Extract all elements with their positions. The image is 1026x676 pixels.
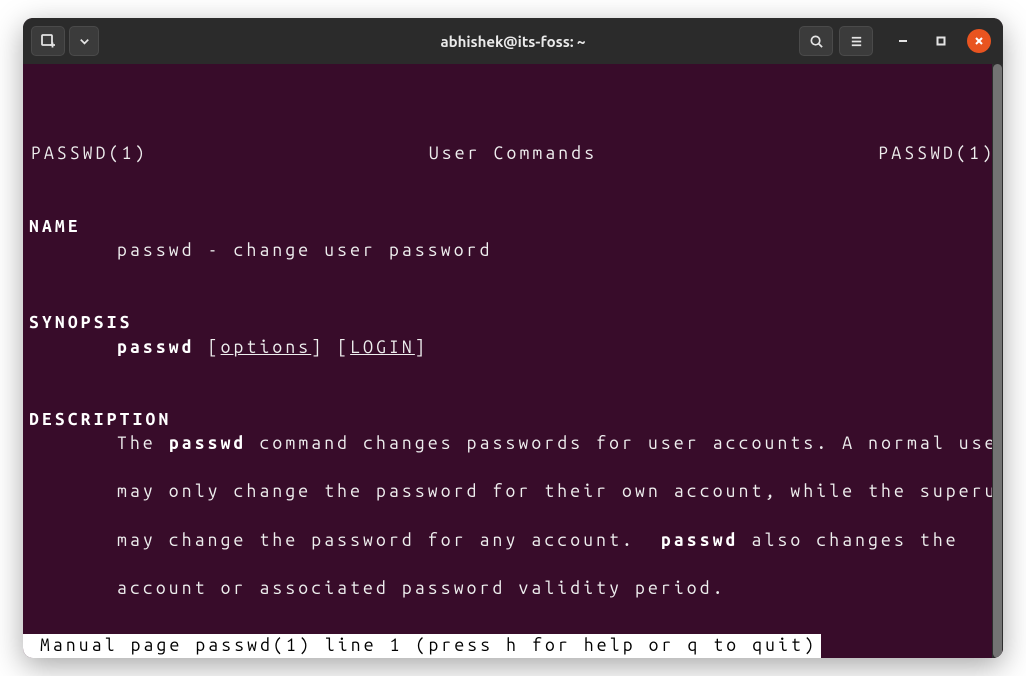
desc-line-3: may change the password for any account.… (29, 529, 997, 553)
menu-button[interactable] (839, 26, 873, 56)
synopsis-options: options (221, 338, 312, 357)
man-header-left: PASSWD(1) (31, 142, 148, 166)
desc-line-4: account or associated password validity … (29, 577, 997, 601)
section-synopsis: SYNOPSIS (29, 313, 133, 332)
maximize-icon (936, 36, 946, 46)
man-header-center: User Commands (429, 142, 597, 166)
titlebar-left-controls (31, 26, 99, 56)
new-tab-button[interactable] (31, 26, 65, 56)
man-header-right: PASSWD(1) (878, 142, 995, 166)
manpage-statusline: Manual page passwd(1) line 1 (press h fo… (23, 634, 821, 658)
section-description: DESCRIPTION (29, 410, 171, 429)
titlebar-right-controls (799, 26, 995, 56)
synopsis-line: passwd [options] [LOGIN] (29, 336, 997, 360)
terminal-viewport[interactable]: PASSWD(1) User Commands PASSWD(1) NAME pas… (23, 64, 1003, 658)
desc-line-2: may only change the password for their o… (29, 480, 997, 504)
search-button[interactable] (799, 26, 833, 56)
search-icon (809, 34, 824, 49)
new-tab-icon (40, 33, 56, 49)
minimize-icon (898, 36, 908, 46)
tab-dropdown-button[interactable] (69, 26, 99, 56)
hamburger-icon (849, 34, 864, 49)
close-icon (974, 36, 984, 46)
scrollbar-thumb[interactable] (993, 64, 1002, 658)
manpage-content: PASSWD(1) User Commands PASSWD(1) NAME pas… (23, 118, 1003, 658)
titlebar: abhishek@its-foss: ~ (23, 18, 1003, 64)
close-button[interactable] (967, 29, 991, 53)
section-name: NAME (29, 217, 81, 236)
synopsis-login: LOGIN (350, 338, 415, 357)
maximize-button[interactable] (929, 29, 953, 53)
desc-line-1: The passwd command changes passwords for… (29, 432, 997, 456)
scrollbar[interactable] (992, 64, 1003, 658)
synopsis-command: passwd (117, 338, 195, 357)
chevron-down-icon (77, 34, 92, 49)
name-line: passwd - change user password (29, 239, 997, 263)
minimize-button[interactable] (891, 29, 915, 53)
terminal-window: abhishek@its-foss: ~ (23, 18, 1003, 658)
